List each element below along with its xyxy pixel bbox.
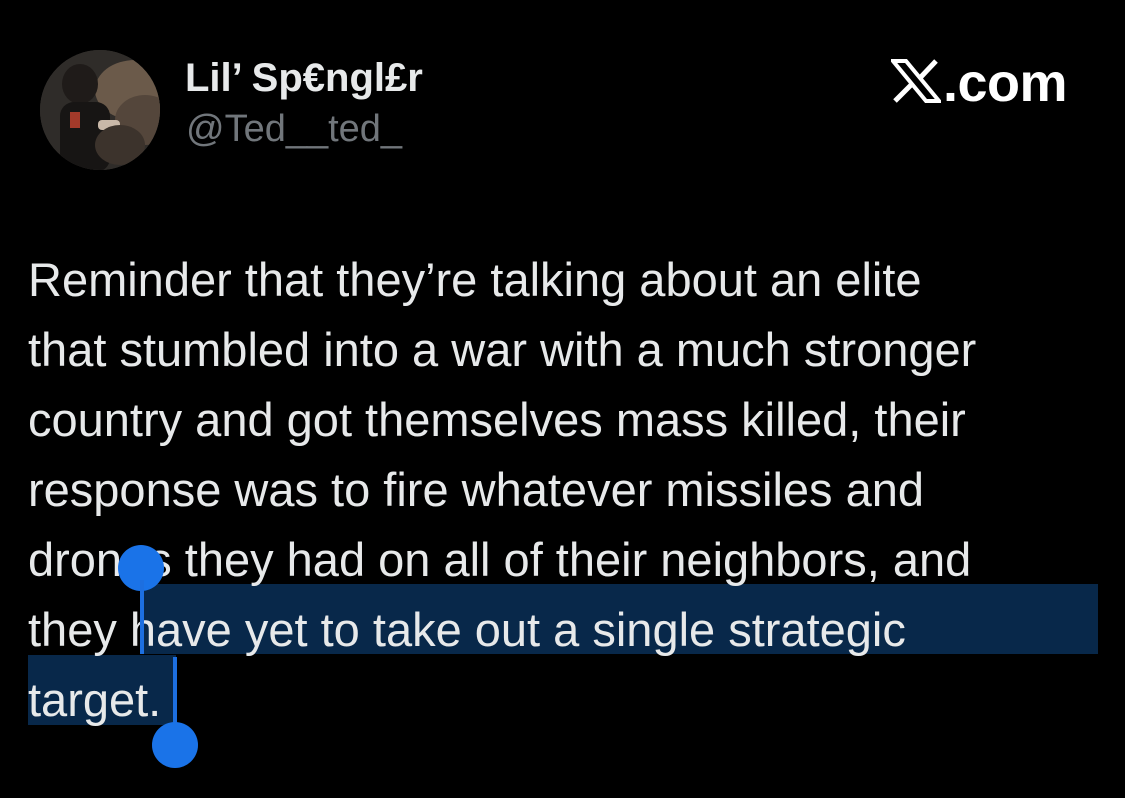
selection-end-handle[interactable] xyxy=(152,722,198,768)
selection-start-caret xyxy=(140,580,144,654)
selection-end-caret xyxy=(173,657,177,727)
tweet-line: drones they had on all of their neighbor… xyxy=(28,533,972,586)
brand-watermark: .com xyxy=(888,52,1068,114)
tweet-text[interactable]: Reminder that they’re talking about an e… xyxy=(28,245,1108,735)
avatar[interactable] xyxy=(40,50,160,170)
tweet-line: response was to fire whatever missiles a… xyxy=(28,463,925,516)
author-display-name[interactable]: Lil’ Sp€ngl£r xyxy=(185,56,423,101)
tweet-line: they have yet to take out a single strat… xyxy=(28,603,906,656)
brand-domain-label: .com xyxy=(942,53,1068,113)
avatar-photo xyxy=(40,50,160,170)
tweet-line: that stumbled into a war with a much str… xyxy=(28,323,977,376)
author-handle[interactable]: @Ted__ted_ xyxy=(186,108,402,151)
tweet-line: country and got themselves mass killed, … xyxy=(28,393,966,446)
tweet-line: Reminder that they’re talking about an e… xyxy=(28,253,922,306)
x-logo-icon xyxy=(888,54,944,103)
tweet-line: target. xyxy=(28,673,162,726)
